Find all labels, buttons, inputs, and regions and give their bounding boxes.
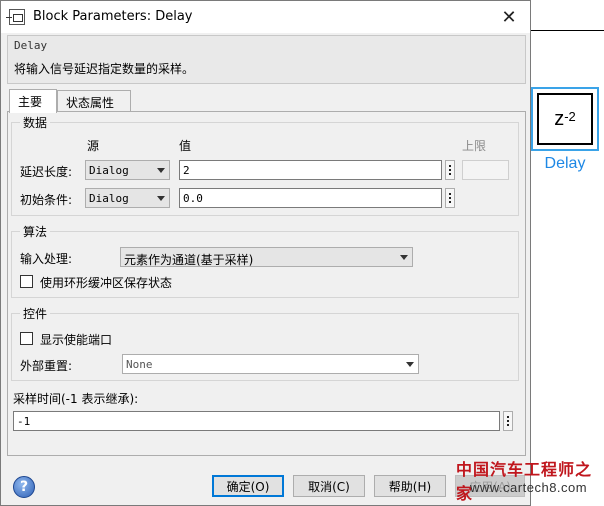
input-processing-select[interactable]: 元素作为通道(基于采样) — [120, 247, 413, 267]
column-header-source: 源 — [87, 139, 100, 153]
tab-main[interactable]: 主要 — [9, 89, 57, 113]
delay-symbol-base: z — [554, 107, 565, 130]
chevron-down-icon — [157, 196, 165, 201]
chevron-down-icon — [406, 362, 414, 367]
initial-condition-options-button[interactable] — [445, 188, 455, 208]
delay-symbol-exponent: -2 — [564, 108, 576, 124]
simulink-block-icon — [6, 9, 25, 25]
algorithm-group: 算法 输入处理: 元素作为通道(基于采样) 使用环形缓冲区保存状态 — [11, 223, 519, 298]
external-reset-value: None — [126, 358, 153, 371]
close-icon: ✕ — [501, 6, 517, 28]
tab-state-attributes[interactable]: 状态属性 — [57, 90, 131, 112]
column-header-value: 值 — [179, 139, 192, 153]
input-processing-value: 元素作为通道(基于采样) — [124, 253, 254, 267]
ok-button[interactable]: 确定(O) — [212, 475, 284, 497]
delay-length-source-select[interactable]: Dialog — [85, 160, 170, 180]
external-reset-label: 外部重置: — [20, 359, 73, 373]
initial-condition-label: 初始条件: — [20, 193, 73, 207]
control-group: 控件 显示使能端口 外部重置: None — [11, 305, 519, 381]
watermark-url: www.cartech8.com — [470, 480, 588, 495]
sample-time-options-button[interactable] — [503, 411, 513, 431]
delay-length-source-value: Dialog — [89, 164, 129, 177]
input-processing-label: 输入处理: — [20, 252, 73, 266]
data-group-title: 数据 — [20, 114, 51, 131]
delay-block-label[interactable]: Delay — [531, 155, 599, 173]
block-type-title: Delay — [14, 39, 48, 52]
block-description-text: 将输入信号延迟指定数量的采样。 — [14, 62, 195, 76]
external-reset-select[interactable]: None — [122, 354, 419, 374]
delay-length-options-button[interactable] — [445, 160, 455, 180]
algorithm-group-title: 算法 — [20, 223, 51, 240]
close-button[interactable]: ✕ — [488, 1, 530, 33]
initial-condition-input[interactable]: 0.0 — [179, 188, 442, 208]
circular-buffer-label: 使用环形缓冲区保存状态 — [40, 276, 173, 290]
help-button[interactable]: 帮助(H) — [374, 475, 446, 497]
show-enable-port-checkbox[interactable] — [20, 332, 33, 345]
sample-time-label: 采样时间(-1 表示继承): — [13, 392, 139, 406]
titlebar[interactable]: Block Parameters: Delay ✕ — [1, 1, 530, 33]
delay-length-label: 延迟长度: — [20, 165, 73, 179]
cancel-button[interactable]: 取消(C) — [293, 475, 365, 497]
canvas-top-line — [531, 30, 604, 31]
tab-panel-main: 数据 源 值 上限 延迟长度: Dialog 2 初始条件: Dialog 0.… — [7, 111, 526, 456]
sample-time-input[interactable]: -1 — [13, 411, 500, 431]
block-parameters-dialog: Block Parameters: Delay ✕ Delay 将输入信号延迟指… — [0, 0, 531, 506]
circular-buffer-checkbox[interactable] — [20, 275, 33, 288]
delay-block[interactable]: z -2 — [531, 87, 599, 151]
initial-condition-source-value: Dialog — [89, 192, 129, 205]
window-title: Block Parameters: Delay — [33, 9, 193, 24]
initial-condition-source-select[interactable]: Dialog — [85, 188, 170, 208]
chevron-down-icon — [157, 168, 165, 173]
block-description: Delay 将输入信号延迟指定数量的采样。 — [7, 35, 526, 84]
upper-limit-input — [462, 160, 509, 180]
help-icon[interactable]: ? — [13, 476, 35, 498]
delay-length-input[interactable]: 2 — [179, 160, 442, 180]
show-enable-port-label: 显示使能端口 — [40, 333, 113, 347]
delay-block-symbol: z -2 — [537, 93, 593, 145]
control-group-title: 控件 — [20, 305, 51, 322]
chevron-down-icon — [400, 255, 408, 260]
data-group: 数据 源 值 上限 延迟长度: Dialog 2 初始条件: Dialog 0.… — [11, 114, 519, 216]
column-header-upper-limit: 上限 — [462, 139, 487, 153]
